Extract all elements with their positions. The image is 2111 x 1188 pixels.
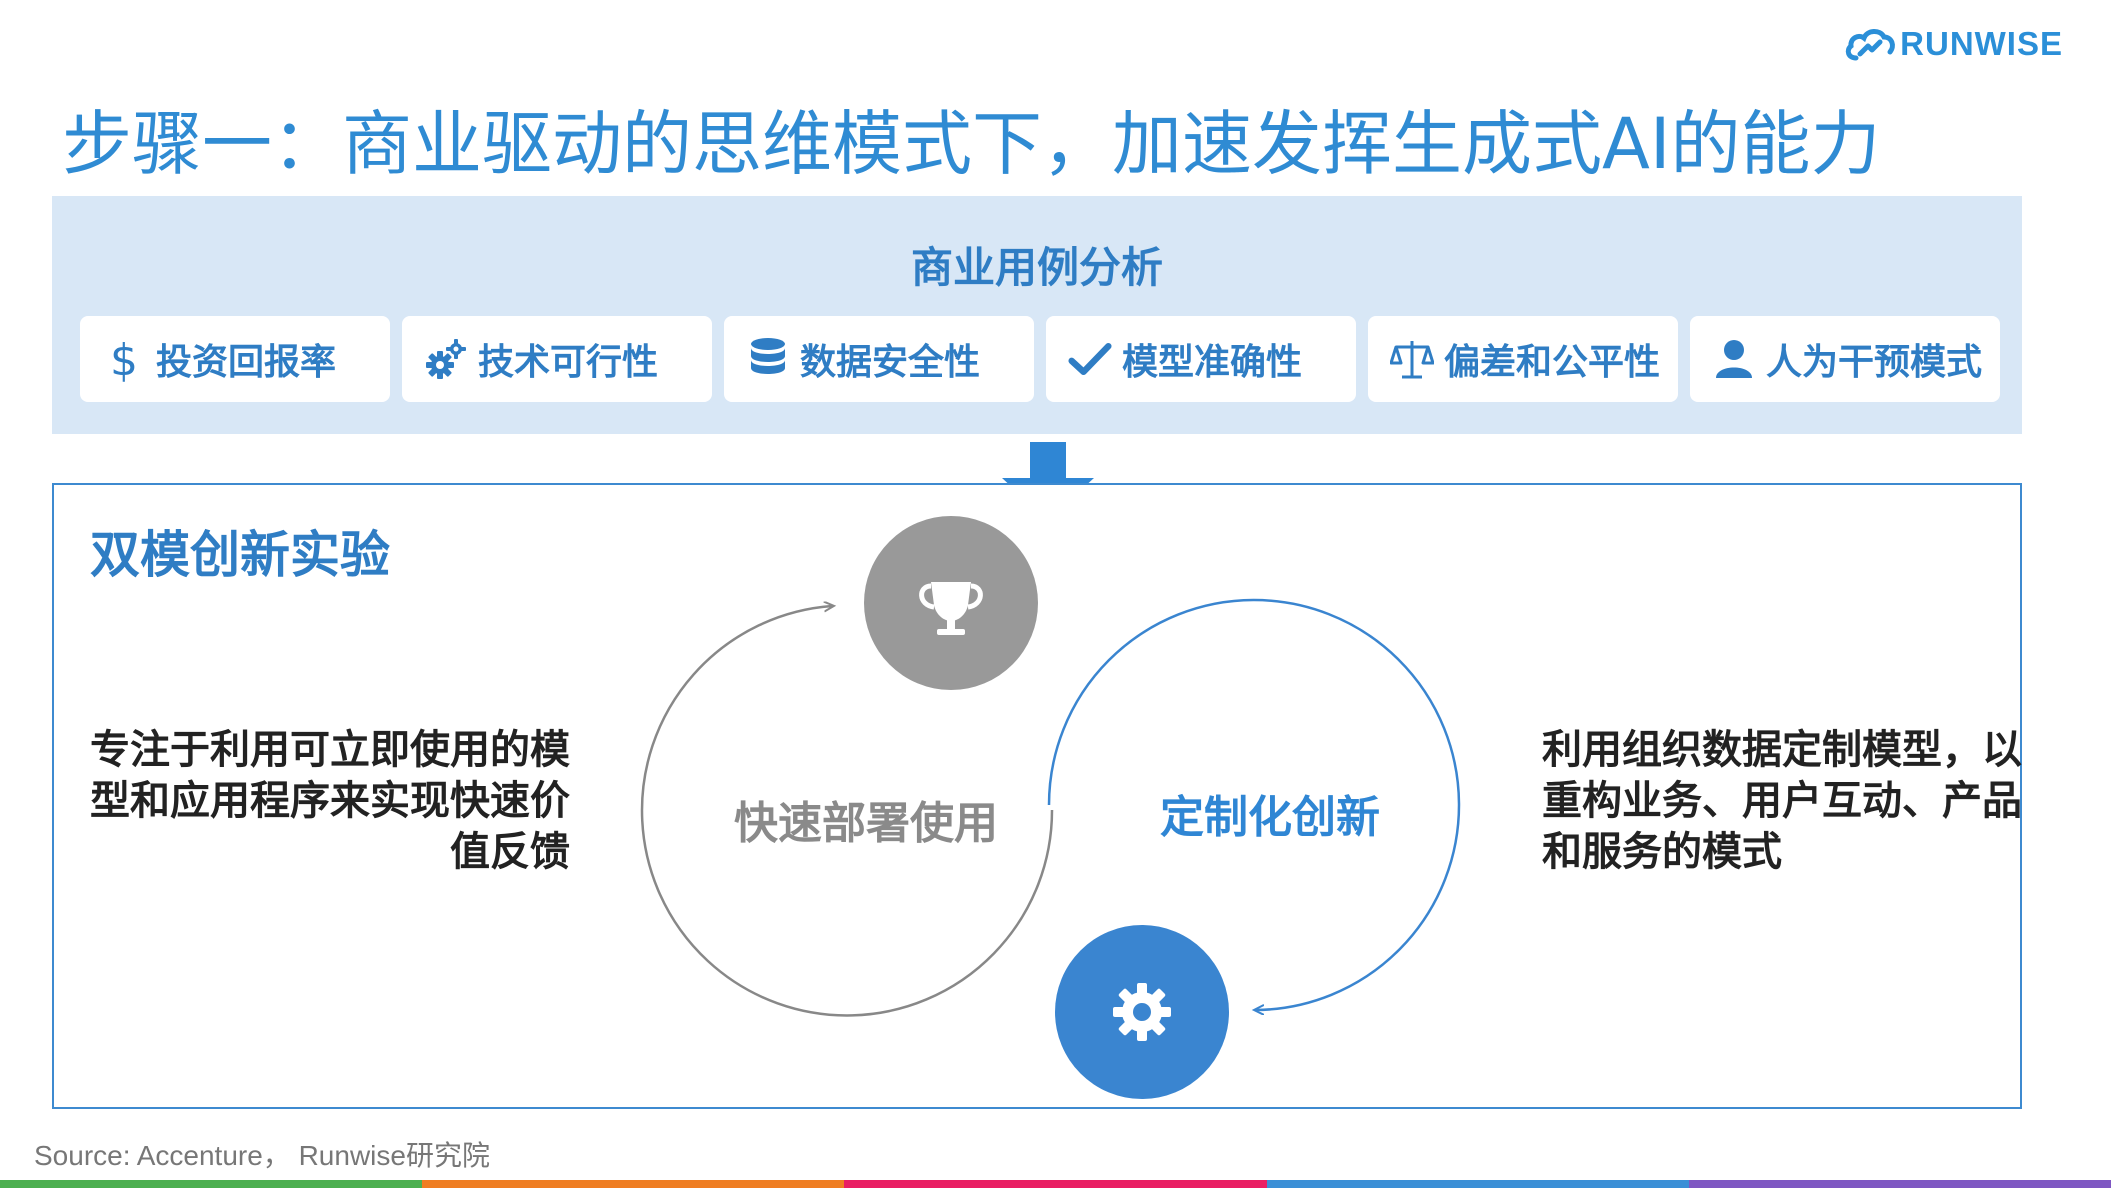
- criteria-item-data-security: 数据安全性: [724, 316, 1034, 402]
- dollar-icon: $: [102, 335, 146, 383]
- criteria-list: $ 投资回报率 技术可行性 数据安全性 模型准确性 偏差和公平性 人为干预模式: [80, 316, 2000, 402]
- color-bar-segment: [1266, 1180, 1689, 1188]
- criteria-item-bias-fairness: 偏差和公平性: [1368, 316, 1678, 402]
- runwise-logo: RUNWISE: [1844, 24, 2063, 64]
- custom-innovation-label: 定制化创新: [1160, 792, 1380, 843]
- criteria-item-roi: $ 投资回报率: [80, 316, 390, 402]
- criteria-label: 技术可行性: [478, 342, 659, 383]
- database-icon: [746, 337, 790, 381]
- criteria-label: 投资回报率: [156, 342, 337, 383]
- dual-mode-innovation-box: 双模创新实验 专注于利用可立即使用的模型和应用程序来实现快速价值反馈 利用组织数…: [52, 483, 2022, 1109]
- trophy-node: [864, 516, 1038, 690]
- criteria-item-human-intervention: 人为干预模式: [1690, 316, 2000, 402]
- source-note: Source: Accenture， Runwise研究院: [34, 1140, 490, 1171]
- gear-node: [1055, 925, 1229, 1099]
- criteria-label: 偏差和公平性: [1444, 342, 1661, 383]
- bottom-color-bar: [0, 1180, 2111, 1188]
- color-bar-segment: [844, 1180, 1267, 1188]
- criteria-item-feasibility: 技术可行性: [402, 316, 712, 402]
- color-bar-segment: [1688, 1180, 2111, 1188]
- person-icon: [1712, 337, 1756, 381]
- criteria-item-model-accuracy: 模型准确性: [1046, 316, 1356, 402]
- color-bar-segment: [0, 1180, 423, 1188]
- cloud-logo-icon: [1845, 29, 1896, 61]
- color-bar-segment: [422, 1180, 845, 1188]
- logo-text: RUNWISE: [1900, 25, 2063, 62]
- criteria-label: 数据安全性: [800, 342, 981, 383]
- checkmark-icon: [1068, 337, 1112, 381]
- gears-icon: [424, 337, 468, 381]
- balance-scale-icon: [1390, 337, 1434, 381]
- business-panel-title: 商业用例分析: [910, 243, 1163, 292]
- svg-text:$: $: [110, 335, 138, 383]
- business-use-case-panel: 商业用例分析 $ 投资回报率 技术可行性 数据安全性 模型准确性 偏差和公平性 …: [52, 196, 2022, 434]
- dual-loop-diagram: [640, 516, 1461, 1099]
- criteria-label: 模型准确性: [1122, 342, 1303, 383]
- fast-deploy-label: 快速部署使用: [734, 798, 998, 849]
- criteria-label: 人为干预模式: [1766, 342, 1983, 383]
- page-title: 步骤一：商业驱动的思维模式下，加速发挥生成式AI的能力: [62, 103, 1881, 185]
